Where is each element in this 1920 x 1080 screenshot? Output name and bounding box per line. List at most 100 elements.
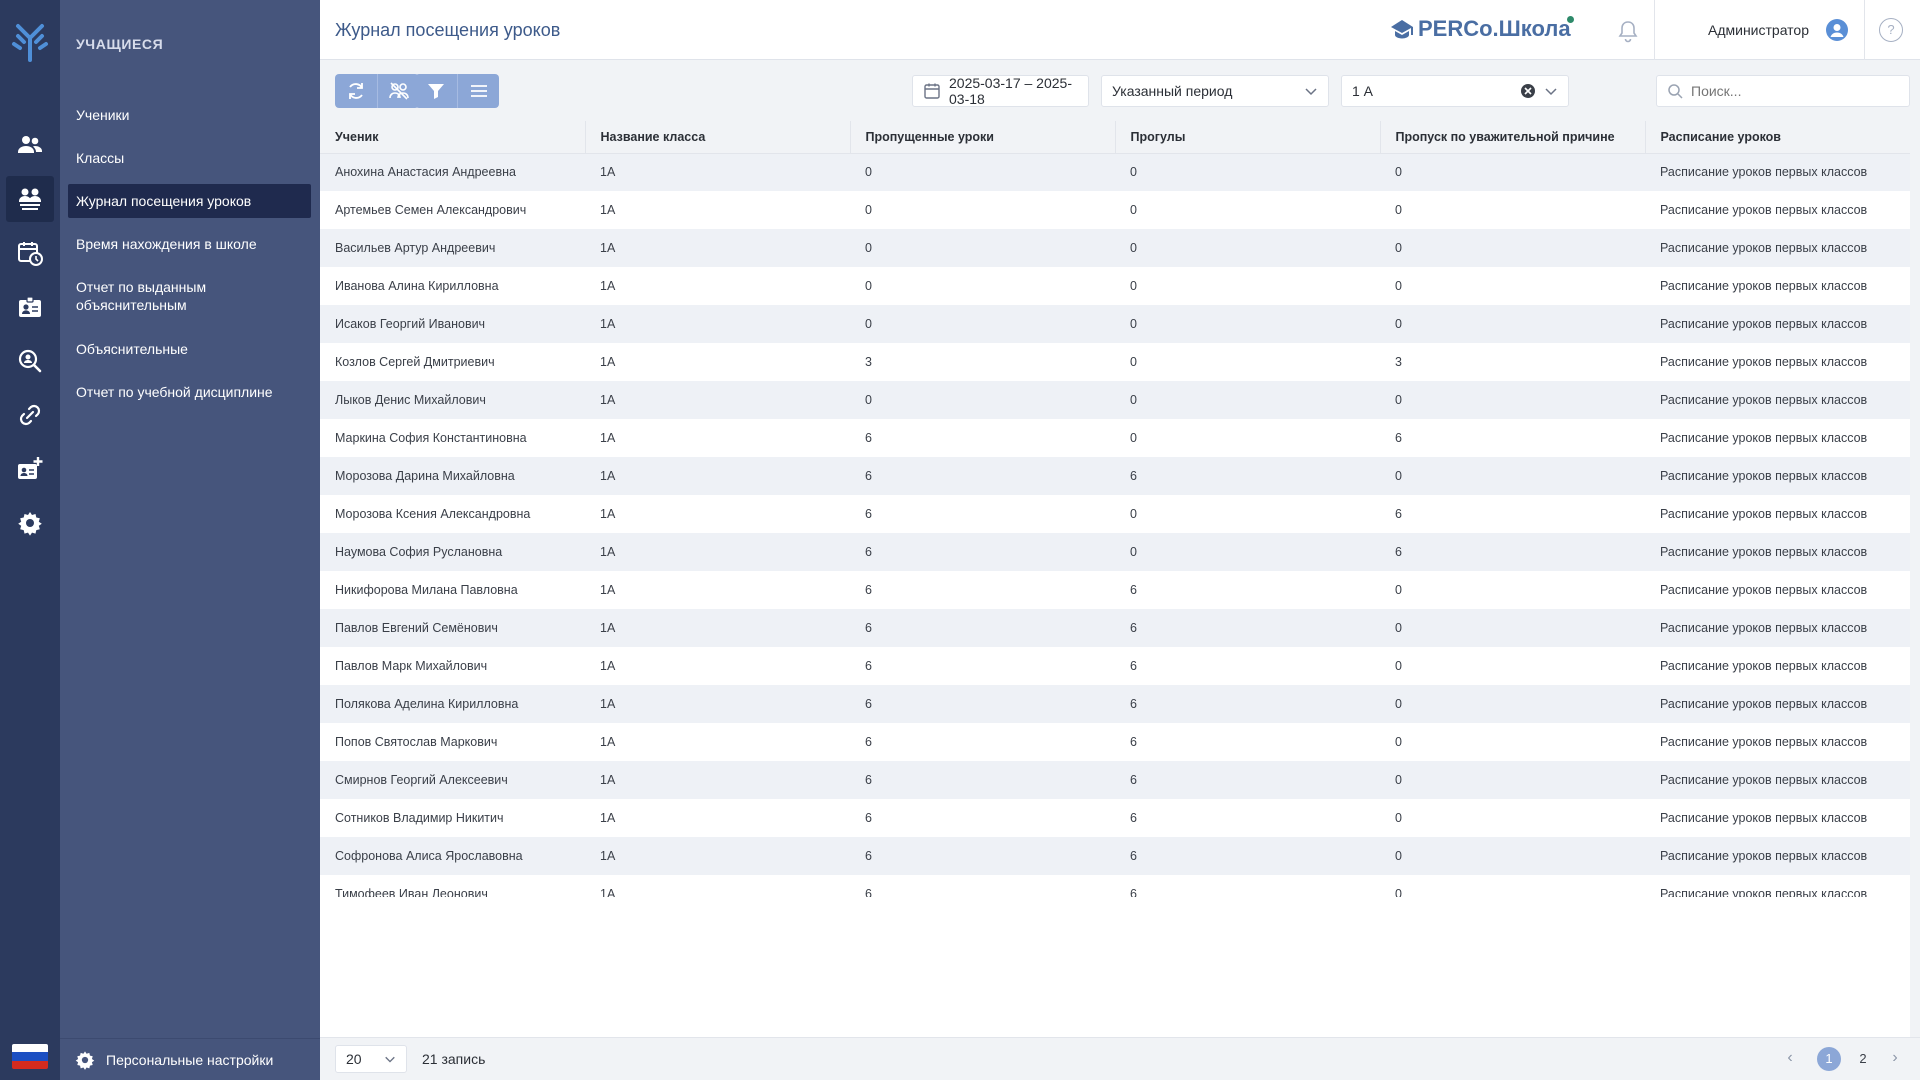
schedule-cell: Расписание уроков первых классов [1645, 571, 1910, 609]
table-row[interactable]: Попов Святослав Маркович 1А 6 6 0 Расписание … [320, 723, 1910, 761]
link-icon[interactable] [6, 392, 54, 438]
page-size-value: 20 [346, 1051, 362, 1067]
table-row[interactable]: Артемьев Семен Александрович 1А 0 0 0 Расписа… [320, 191, 1910, 229]
nav-item-attendance-journal[interactable]: Журнал посещения уроков [68, 184, 311, 218]
gear-icon[interactable] [6, 500, 54, 546]
app-logo-icon[interactable] [8, 22, 52, 62]
class-name-cell: 1А [585, 723, 850, 761]
bell-icon[interactable] [1615, 18, 1641, 44]
chevron-down-icon[interactable] [1544, 84, 1558, 98]
schedule-cell: Расписание уроков первых классов [1645, 533, 1910, 571]
chevron-down-icon [385, 1056, 395, 1063]
class-select[interactable]: 1 А [1341, 75, 1569, 107]
table-row[interactable]: Иванова Алина Кирилловна 1А 0 0 0 Расписание … [320, 267, 1910, 305]
truancy-cell: 0 [1115, 267, 1380, 305]
table-row[interactable]: Морозова Ксения Александровна 1А 6 0 6 Распис… [320, 495, 1910, 533]
column-header[interactable]: Ученик [320, 121, 586, 154]
page-2-button[interactable]: 2 [1851, 1047, 1875, 1071]
schedule-cell: Расписание уроков первых классов [1645, 457, 1910, 495]
excused-absence-cell: 6 [1380, 533, 1645, 571]
nav-item-students[interactable]: Ученики [68, 98, 311, 132]
date-range-field[interactable]: 2025-03-17 – 2025-03-18 [912, 75, 1089, 107]
search-person-icon[interactable] [6, 338, 54, 384]
excused-absence-cell: 0 [1380, 799, 1645, 837]
refresh-button[interactable] [335, 74, 377, 108]
nav-item-time-in-school[interactable]: Время нахождения в школе [68, 227, 311, 261]
missed-lessons-cell: 6 [850, 495, 1115, 533]
table-row[interactable]: Сотников Владимир Никитич 1А 6 6 0 Расписание… [320, 799, 1910, 837]
missed-lessons-cell: 6 [850, 723, 1115, 761]
badge-add-icon[interactable] [6, 446, 54, 492]
search-field[interactable] [1656, 75, 1910, 107]
brand-logo: PERCo.Школа [1390, 16, 1571, 42]
nav-item-explanations[interactable]: Объяснительные [68, 332, 311, 366]
next-page-icon[interactable]: › [1885, 1048, 1905, 1068]
table-row[interactable]: Козлов Сергей Дмитриевич 1А 3 0 3 Расписание … [320, 343, 1910, 381]
page-1-button[interactable]: 1 [1817, 1047, 1841, 1071]
table-row[interactable]: Анохина Анастасия Андреевна 1А 0 0 0 Расписан… [320, 153, 1910, 191]
class-name-cell: 1А [585, 229, 850, 267]
truancy-cell: 6 [1115, 799, 1380, 837]
personal-settings-label: Персональные настройки [106, 1051, 274, 1068]
class-name-cell: 1А [585, 647, 850, 685]
excused-absence-cell: 6 [1380, 419, 1645, 457]
table-row[interactable]: Исаков Георгий Иванович 1А 0 0 0 Расписание у… [320, 305, 1910, 343]
missed-lessons-cell: 0 [850, 305, 1115, 343]
column-header[interactable]: Пропущенные уроки [850, 121, 1116, 154]
id-badge-icon[interactable] [6, 284, 54, 330]
table-row[interactable]: Наумова София Руслановна 1А 6 0 6 Расписание … [320, 533, 1910, 571]
schedule-cell: Расписание уроков первых классов [1645, 419, 1910, 457]
truancy-cell: 0 [1115, 343, 1380, 381]
truancy-cell: 0 [1115, 191, 1380, 229]
table-row[interactable]: Смирнов Георгий Алексеевич 1А 6 6 0 Расписани… [320, 761, 1910, 799]
table-row[interactable]: Морозова Дарина Михайловна 1А 6 6 0 Расписани… [320, 457, 1910, 495]
missed-lessons-cell: 6 [850, 647, 1115, 685]
calendar-icon [924, 83, 940, 99]
schedule-cell: Расписание уроков первых классов [1645, 343, 1910, 381]
page-title: Журнал посещения уроков [335, 20, 561, 40]
help-icon[interactable]: ? [1879, 18, 1903, 42]
filter-button[interactable] [415, 74, 457, 108]
table-row[interactable]: Павлов Марк Михайлович 1А 6 6 0 Расписание ур… [320, 647, 1910, 685]
people-icon[interactable] [6, 122, 54, 168]
nav-item-explanations-report[interactable]: Отчет по выданным объяснительным [68, 270, 311, 322]
user-name[interactable]: Администратор [1708, 22, 1809, 38]
column-header[interactable]: Расписание уроков [1645, 121, 1910, 154]
table-row[interactable]: Маркина София Константиновна 1А 6 0 6 Расписа… [320, 419, 1910, 457]
nav-item-classes[interactable]: Классы [68, 141, 311, 175]
table-row[interactable]: Лыков Денис Михайлович 1А 0 0 0 Расписание ур… [320, 381, 1910, 419]
table-row[interactable]: Павлов Евгений Семёнович 1А 6 6 0 Расписание … [320, 609, 1910, 647]
truancy-cell: 0 [1115, 305, 1380, 343]
prev-page-icon[interactable]: ‹ [1780, 1048, 1800, 1068]
search-input[interactable] [1691, 83, 1891, 99]
students-icon[interactable] [6, 176, 54, 222]
missed-lessons-cell: 0 [850, 381, 1115, 419]
truancy-cell: 6 [1115, 761, 1380, 799]
table-row[interactable]: Полякова Аделина Кирилловна 1А 6 6 0 Расписан… [320, 685, 1910, 723]
schedule-cell: Расписание уроков первых классов [1645, 837, 1910, 875]
student-name-cell: Лыков Денис Михайлович [320, 381, 585, 419]
missed-lessons-cell: 0 [850, 229, 1115, 267]
clear-icon[interactable] [1520, 83, 1536, 99]
table-row[interactable]: Васильев Артур Андреевич 1А 0 0 0 Расписание … [320, 229, 1910, 267]
page-size-select[interactable]: 20 [335, 1045, 407, 1073]
calendar-clock-icon[interactable] [6, 230, 54, 276]
table-row[interactable]: Софронова Алиса Ярославовна 1А 6 6 0 Расписан… [320, 837, 1910, 875]
personal-settings-button[interactable]: Персональные настройки [60, 1038, 320, 1080]
people-link-button[interactable] [377, 74, 419, 108]
class-name-cell: 1А [585, 419, 850, 457]
avatar[interactable] [1826, 19, 1848, 41]
excused-absence-cell: 0 [1380, 191, 1645, 229]
table-row[interactable]: Никифорова Милана Павловна 1А 6 6 0 Расписани… [320, 571, 1910, 609]
column-header[interactable]: Пропуск по уважительной причине [1380, 121, 1646, 154]
nav-item-discipline-report[interactable]: Отчет по учебной дисциплине [68, 375, 311, 409]
column-header[interactable]: Название класса [585, 121, 851, 154]
columns-menu-button[interactable] [457, 74, 499, 108]
language-flag-icon[interactable] [12, 1044, 48, 1069]
missed-lessons-cell: 6 [850, 571, 1115, 609]
action-button-group [335, 74, 419, 108]
brand-name: PERCo.Школа [1418, 16, 1571, 41]
period-select[interactable]: Указанный период [1101, 75, 1329, 107]
excused-absence-cell: 0 [1380, 685, 1645, 723]
column-header[interactable]: Прогулы [1115, 121, 1381, 154]
